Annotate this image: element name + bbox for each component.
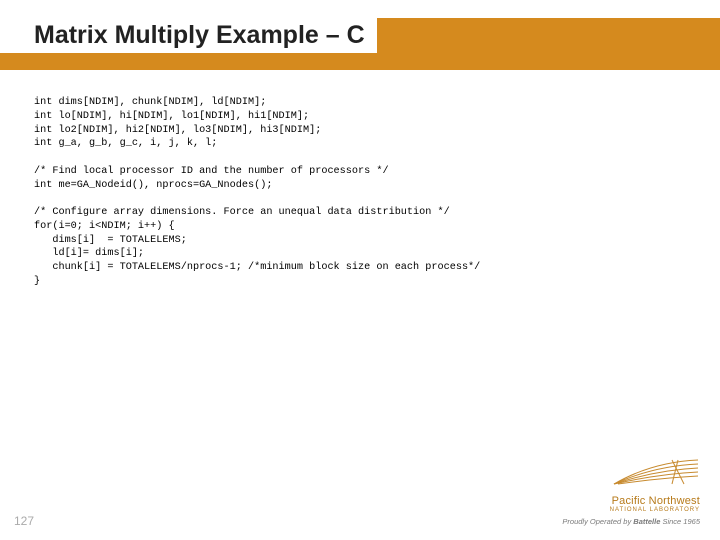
- tagline-suffix: Since 1965: [660, 517, 700, 526]
- code-line: /* Find local processor ID and the numbe…: [34, 166, 389, 177]
- code-line: int lo2[NDIM], hi2[NDIM], lo3[NDIM], hi3…: [34, 125, 321, 136]
- code-block: int dims[NDIM], chunk[NDIM], ld[NDIM]; i…: [34, 96, 686, 289]
- footer-logo-block: Pacific Northwest NATIONAL LABORATORY Pr…: [530, 458, 700, 526]
- page-number: 127: [14, 514, 34, 528]
- code-line: dims[i] = TOTALELEMS;: [34, 235, 187, 246]
- lab-name: Pacific Northwest: [530, 495, 700, 507]
- tagline-prefix: Proudly Operated by: [562, 517, 633, 526]
- slide-title: Matrix Multiply Example – C: [34, 21, 365, 49]
- title-bar: Matrix Multiply Example – C: [0, 18, 720, 70]
- tagline-brand: Battelle: [633, 517, 660, 526]
- tagline: Proudly Operated by Battelle Since 1965: [530, 517, 700, 526]
- code-line: /* Configure array dimensions. Force an …: [34, 207, 450, 218]
- code-line: int lo[NDIM], hi[NDIM], lo1[NDIM], hi1[N…: [34, 111, 309, 122]
- code-line: int g_a, g_b, g_c, i, j, k, l;: [34, 138, 217, 149]
- code-line: int dims[NDIM], chunk[NDIM], ld[NDIM];: [34, 97, 266, 108]
- title-bar-inner: Matrix Multiply Example – C: [0, 18, 720, 70]
- code-line: for(i=0; i<NDIM; i++) {: [34, 221, 175, 232]
- title-wrap: Matrix Multiply Example – C: [0, 18, 377, 53]
- pnnl-swoosh-icon: [612, 458, 700, 488]
- lab-subtitle: NATIONAL LABORATORY: [530, 507, 700, 513]
- slide: Matrix Multiply Example – C int dims[NDI…: [0, 0, 720, 540]
- code-line: chunk[i] = TOTALELEMS/nprocs-1; /*minimu…: [34, 262, 480, 273]
- code-line: }: [34, 276, 40, 287]
- code-line: ld[i]= dims[i];: [34, 248, 144, 259]
- code-line: int me=GA_Nodeid(), nprocs=GA_Nnodes();: [34, 180, 272, 191]
